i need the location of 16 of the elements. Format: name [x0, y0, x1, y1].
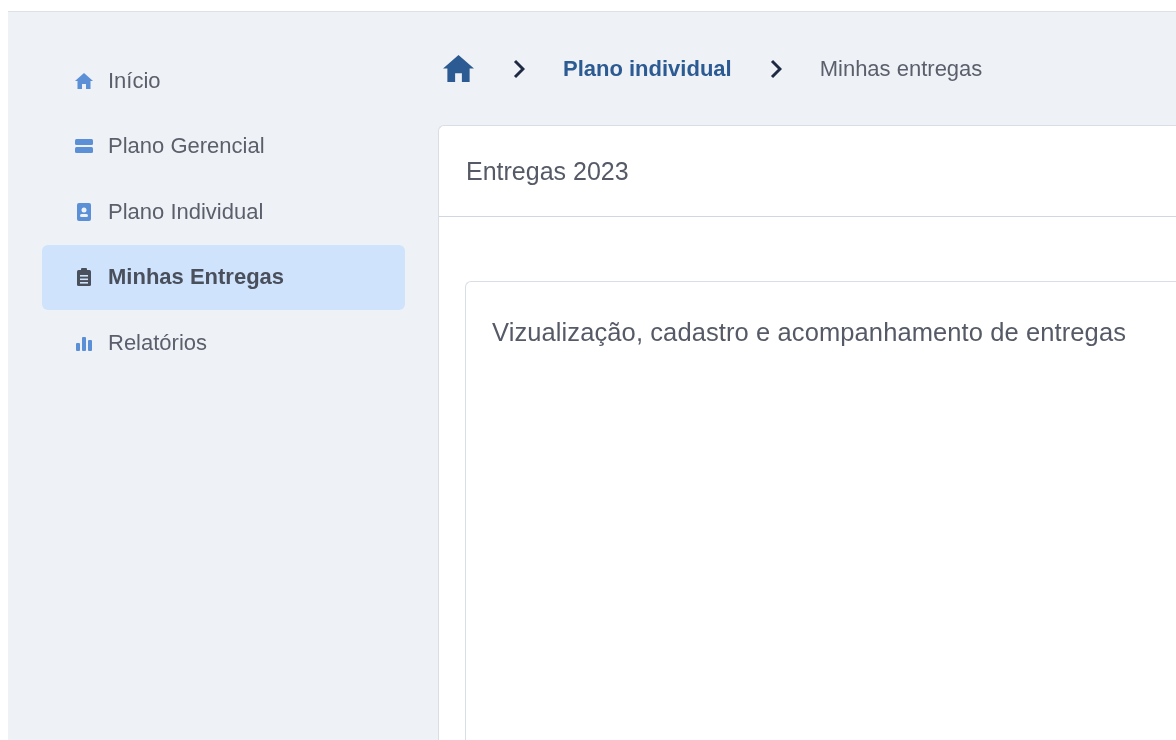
- panel-title: Vizualização, cadastro e acompanhamento de entregas: [492, 318, 1127, 346]
- sidebar-item[interactable]: Plano Gerencial: [42, 113, 405, 179]
- sidebar-item[interactable]: Início: [42, 48, 405, 114]
- sidebar-item[interactable]: Plano Individual: [42, 179, 405, 245]
- contact-book-icon: [74, 202, 94, 221]
- sidebar-item[interactable]: Relatórios: [42, 310, 405, 376]
- home-icon: [74, 71, 94, 90]
- breadcrumb-link[interactable]: Plano individual: [563, 55, 732, 82]
- chevron-right-icon: [513, 58, 525, 79]
- card-title: Entregas 2023: [466, 156, 629, 186]
- home-icon[interactable]: [442, 54, 475, 83]
- sidebar-item[interactable]: Minhas Entregas: [42, 244, 405, 310]
- chevron-right-icon: [769, 58, 782, 79]
- server-icon: [74, 137, 94, 156]
- clipboard-icon: [74, 268, 94, 287]
- breadcrumb-current: Minhas entregas: [819, 55, 983, 82]
